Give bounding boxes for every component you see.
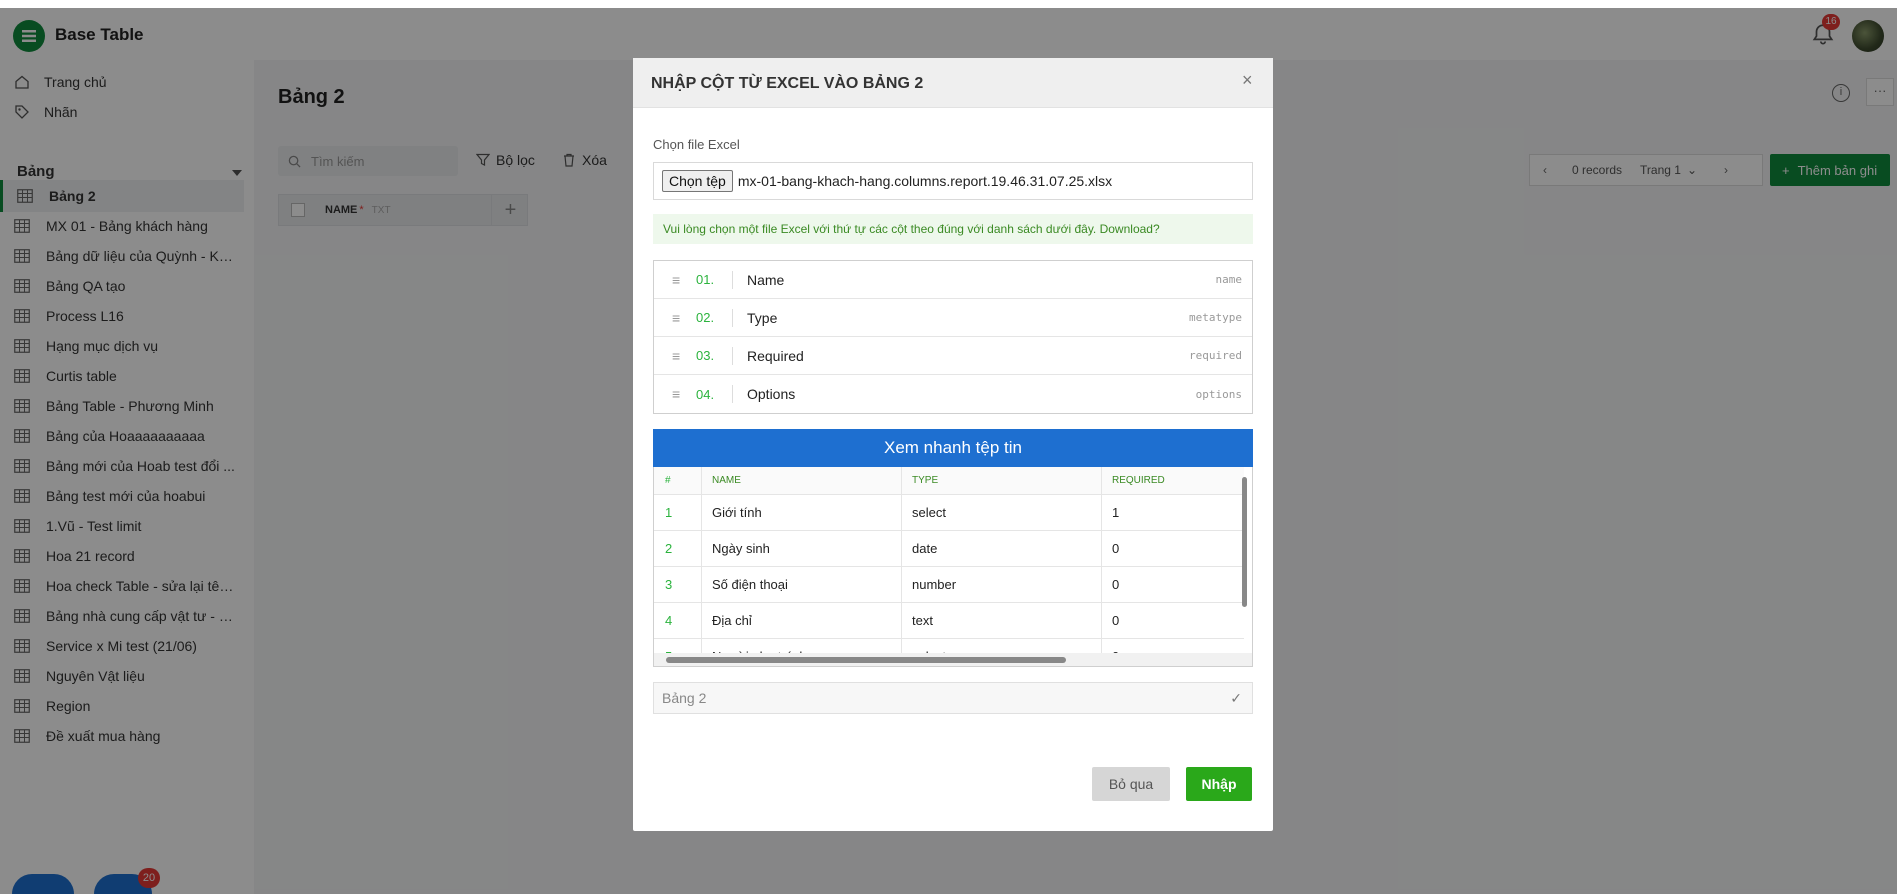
divider — [732, 385, 733, 403]
modal-header: NHẬP CỘT TỪ EXCEL VÀO BẢNG 2 × — [633, 58, 1273, 108]
file-label: Chọn file Excel — [653, 137, 740, 152]
preview-header-row: # NAME TYPE REQUIRED — [654, 467, 1244, 495]
column-name: Type — [747, 309, 778, 326]
column-index: 02. — [696, 310, 715, 325]
choose-file-button[interactable]: Chọn tệp — [662, 170, 733, 192]
column-index: 04. — [696, 386, 715, 402]
modal-title: NHẬP CỘT TỪ EXCEL VÀO BẢNG 2 — [651, 75, 924, 92]
import-columns-modal: NHẬP CỘT TỪ EXCEL VÀO BẢNG 2 × Chọn file… — [633, 58, 1273, 831]
table-cell: 0 — [1112, 613, 1120, 628]
preview-header-cell: REQUIRED — [1112, 475, 1165, 486]
column-order-list: ≡ 01. Name name ≡ 02. Type metatype ≡ 03. Required… — [653, 260, 1253, 414]
table-cell: 2 — [654, 531, 702, 566]
table-cell: 4 — [654, 603, 702, 638]
table-cell: 1 — [1112, 505, 1120, 520]
drag-handle-icon[interactable]: ≡ — [672, 272, 682, 288]
table-cell: date — [902, 531, 1102, 566]
table-row: 4 Địa chỉ text 0 — [654, 603, 1244, 639]
horizontal-scrollbar[interactable] — [666, 657, 1066, 663]
table-cell: Giới tính — [702, 495, 902, 530]
drag-handle-icon[interactable]: ≡ — [672, 386, 682, 402]
table-row: 3 Số điện thoại number 0 — [654, 567, 1244, 603]
table-cell: 1 — [654, 495, 702, 530]
file-preview-table: # NAME TYPE REQUIRED 1 Giới tính select 1 2 N… — [653, 467, 1253, 667]
table-cell: text — [902, 603, 1102, 638]
table-row: 2 Ngày sinh date 0 — [654, 531, 1244, 567]
column-key: metatype — [1189, 311, 1242, 324]
column-key: required — [1189, 349, 1242, 362]
column-index: 01. — [696, 272, 715, 287]
table-cell: number — [902, 567, 1102, 602]
preview-header-cell: # — [654, 467, 702, 494]
drag-handle-icon[interactable]: ≡ — [672, 348, 682, 364]
vertical-scrollbar[interactable] — [1242, 477, 1247, 607]
table-cell: Ngày sinh — [702, 531, 902, 566]
column-name: Name — [747, 271, 785, 288]
table-cell: Địa chỉ — [702, 603, 902, 638]
cancel-button[interactable]: Bỏ qua — [1092, 767, 1170, 801]
instruction-notice[interactable]: Vui lòng chọn một file Excel với thứ tự … — [653, 214, 1253, 244]
divider — [732, 346, 733, 365]
target-table-input[interactable]: Bảng 2 ✓ — [653, 682, 1253, 714]
table-row: 1 Giới tính select 1 — [654, 495, 1244, 531]
table-cell: 3 — [654, 567, 702, 602]
divider — [732, 270, 733, 289]
preview-title: Xem nhanh tệp tin — [653, 429, 1253, 467]
preview-header-cell: TYPE — [902, 467, 1102, 494]
column-order-row[interactable]: ≡ 04. Options options — [654, 375, 1252, 413]
close-icon[interactable]: × — [1242, 70, 1253, 91]
column-name: Options — [747, 386, 796, 402]
table-cell: 0 — [1112, 577, 1120, 592]
file-input[interactable]: Chọn tệp mx-01-bang-khach-hang.columns.r… — [653, 162, 1253, 200]
check-icon: ✓ — [1230, 690, 1242, 706]
table-cell: 0 — [1112, 541, 1120, 556]
drag-handle-icon[interactable]: ≡ — [672, 310, 682, 326]
column-key: name — [1215, 273, 1243, 286]
column-order-row[interactable]: ≡ 02. Type metatype — [654, 299, 1252, 337]
column-key: options — [1195, 387, 1242, 401]
target-table-value: Bảng 2 — [662, 690, 707, 706]
preview-header-cell: NAME — [702, 467, 902, 494]
divider — [732, 308, 733, 327]
import-button[interactable]: Nhập — [1186, 767, 1252, 801]
column-index: 03. — [696, 348, 715, 363]
column-order-row[interactable]: ≡ 03. Required required — [654, 337, 1252, 375]
file-name: mx-01-bang-khach-hang.columns.report.19.… — [737, 173, 1113, 189]
column-order-row[interactable]: ≡ 01. Name name — [654, 261, 1252, 299]
top-strip — [0, 0, 1897, 8]
table-cell: Số điện thoại — [702, 567, 902, 602]
table-cell: select — [902, 495, 1102, 530]
column-name: Required — [747, 347, 804, 364]
